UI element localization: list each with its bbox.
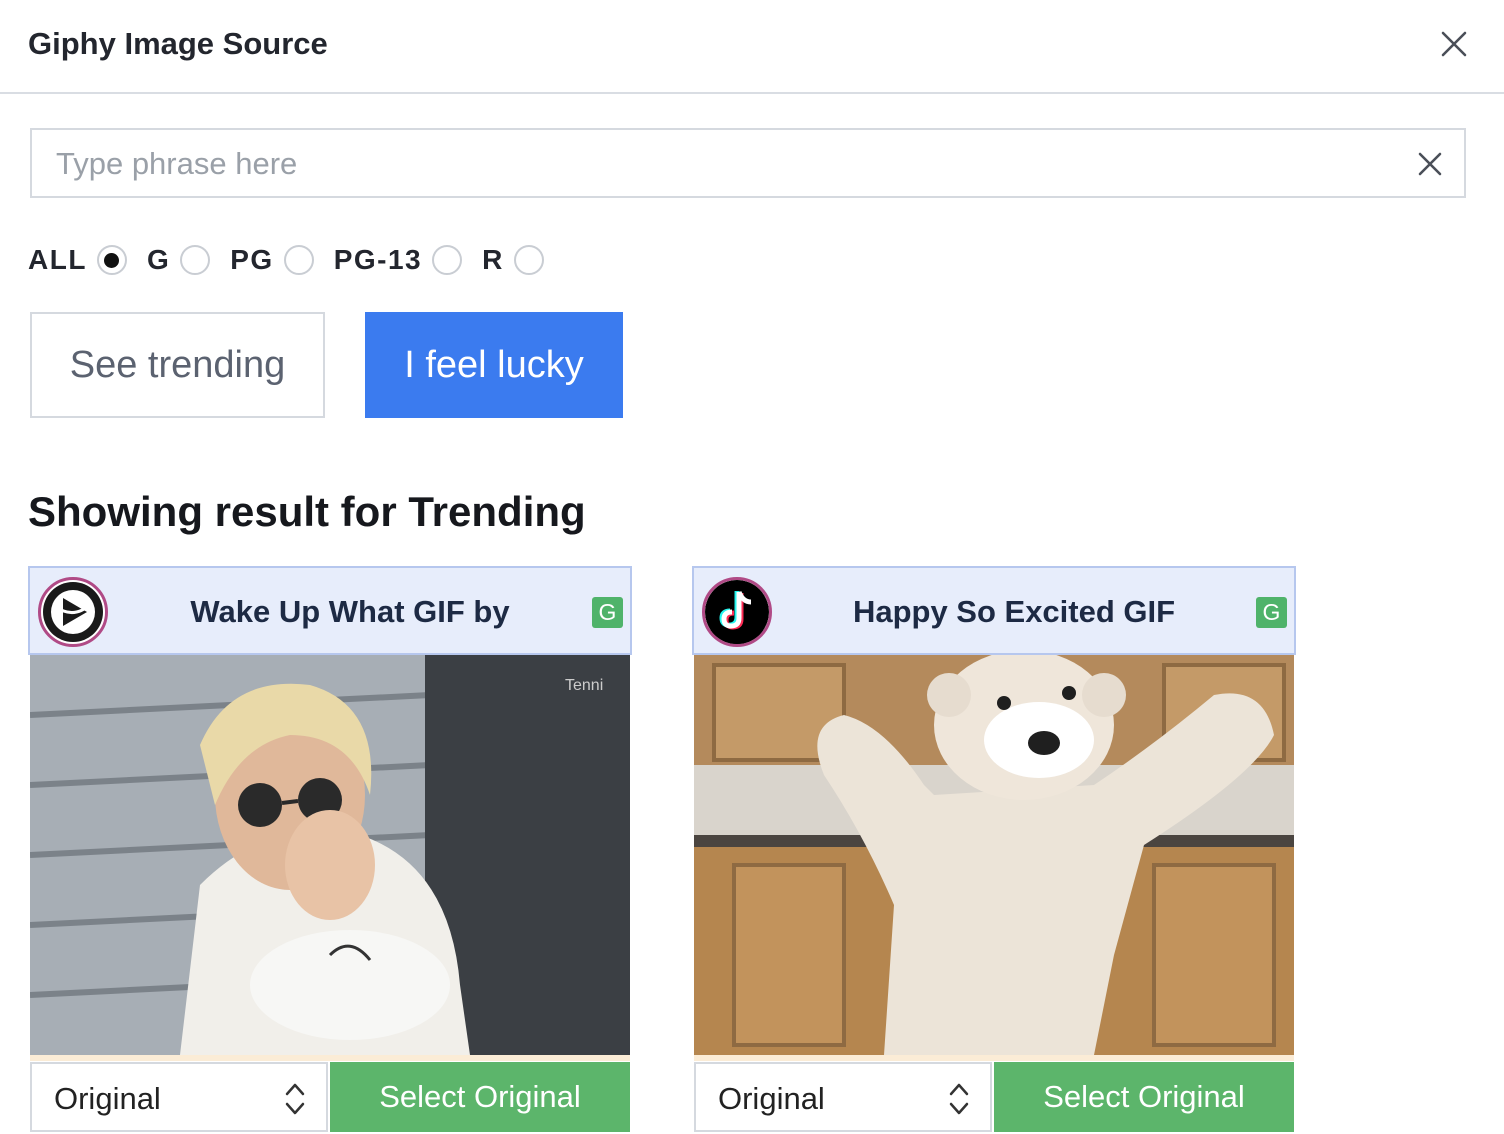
size-select[interactable]: Original [694,1062,992,1132]
gif-title: Happy So Excited GIF [852,594,1176,629]
search-box [30,128,1466,198]
rating-label: G [146,244,171,275]
up-down-chevron-icon [949,1083,969,1115]
content-rating-badge: G [1256,597,1287,628]
radio-button[interactable] [283,245,314,275]
rating-label: ALL [28,244,87,275]
radio-button[interactable] [513,245,544,275]
image-bottom-strip [30,1055,630,1061]
size-select-value: Original [718,1081,825,1116]
select-original-button[interactable]: Select Original [994,1062,1294,1132]
image-bottom-strip [694,1055,1294,1061]
up-down-chevron-icon [285,1083,305,1115]
rating-option-all[interactable]: ALL [28,244,127,276]
clear-search-button[interactable] [1416,150,1444,178]
rating-label: R [482,244,504,275]
rating-option-r[interactable]: R [482,244,544,276]
gif-preview-image[interactable]: Tenni [30,655,630,1055]
size-select-value: Original [54,1081,161,1116]
see-trending-button[interactable]: See trending [30,312,325,418]
dialog-header: Giphy Image Source [0,0,1504,94]
gif-card-header: Wake Up What GIF by G [28,566,632,655]
rating-filter: ALL G PG PG-13 R [28,240,564,280]
select-original-button[interactable]: Select Original [330,1062,630,1132]
feel-lucky-button[interactable]: I feel lucky [365,312,623,418]
rating-option-g[interactable]: G [146,244,211,276]
rating-option-pg[interactable]: PG [230,244,314,276]
close-icon [1441,31,1467,57]
gif-card-header: Happy So Excited GIF G [692,566,1296,655]
search-input[interactable] [54,130,1398,198]
gif-preview-image[interactable] [694,655,1294,1055]
tiktok-icon [702,577,772,647]
gif-card: Wake Up What GIF by G Tenni Original Sel… [28,566,632,1134]
results-heading: Showing result for Trending [28,488,586,535]
svg-text:Tenni: Tenni [565,677,603,694]
radio-button[interactable] [432,245,463,275]
radio-button[interactable] [96,245,127,275]
dialog-title: Giphy Image Source [28,26,328,61]
rating-label: PG [230,244,274,275]
close-button[interactable] [1436,26,1472,62]
rating-option-pg13[interactable]: PG-13 [333,244,463,276]
clear-icon [1418,152,1442,176]
tennis-channel-icon [38,577,108,647]
rating-label: PG-13 [333,244,423,275]
size-select[interactable]: Original [30,1062,328,1132]
gif-card: Happy So Excited GIF G Original Select O… [692,566,1296,1134]
gif-title: Wake Up What GIF by [190,594,510,629]
radio-selected-dot [104,252,120,268]
content-rating-badge: G [592,597,623,628]
radio-button[interactable] [180,245,211,275]
